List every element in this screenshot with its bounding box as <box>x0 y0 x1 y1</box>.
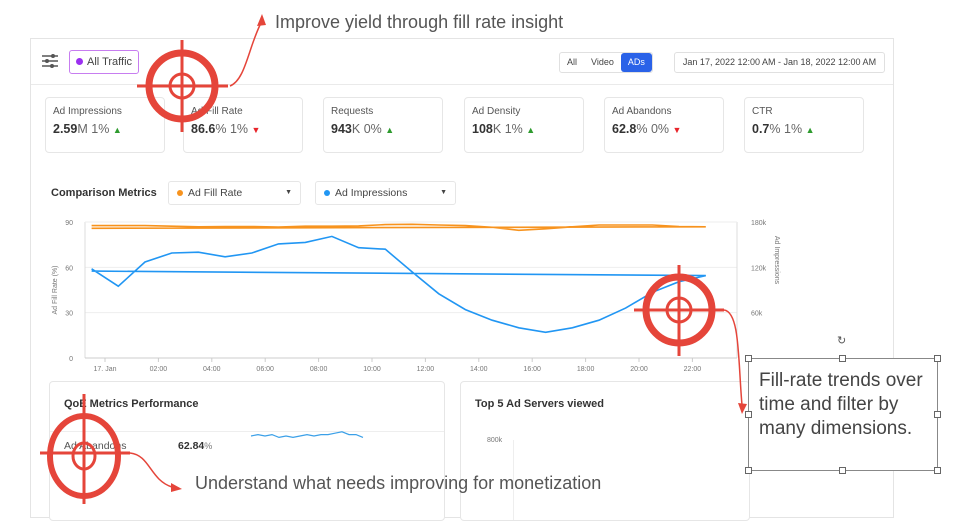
annotation-top: Improve yield through fill rate insight <box>275 12 564 32</box>
arrow-bottom <box>129 452 173 488</box>
rotate-handle-icon[interactable]: ↻ <box>837 334 846 347</box>
resize-handle[interactable] <box>745 355 752 362</box>
annotation-bottom: Understand what needs improving for mone… <box>195 473 602 493</box>
arrow-right <box>723 309 743 406</box>
resize-handle[interactable] <box>745 411 752 418</box>
resize-handle[interactable] <box>934 411 941 418</box>
resize-handle[interactable] <box>745 467 752 474</box>
resize-handle[interactable] <box>839 355 846 362</box>
resize-handle[interactable] <box>934 467 941 474</box>
crosshair-icon <box>137 40 228 132</box>
arrow-top <box>229 24 261 87</box>
arrowhead-icon <box>171 483 182 492</box>
annotation-textbox[interactable]: Fill-rate trends over time and filter by… <box>748 358 938 471</box>
crosshair-icon <box>40 394 130 504</box>
arrowhead-icon <box>257 14 266 26</box>
resize-handle[interactable] <box>934 355 941 362</box>
crosshair-icon <box>634 265 724 356</box>
resize-handle[interactable] <box>839 467 846 474</box>
